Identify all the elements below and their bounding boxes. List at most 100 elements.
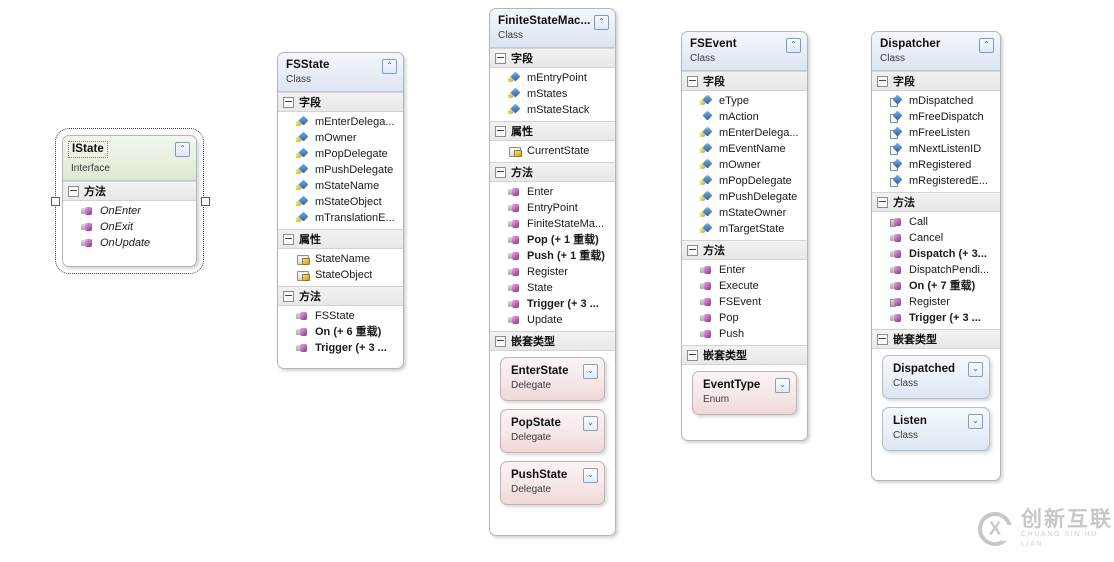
member-row[interactable]: Trigger (+ 3 ... [278,340,403,356]
nested-type-shape-popstate[interactable]: PopState Delegate ⌄ [500,409,605,453]
member-row[interactable]: mEventName [682,141,807,157]
nested-type-shape-dispatched[interactable]: Dispatched Class ⌄ [882,355,990,399]
member-row[interactable]: Pop (+ 1 重载) [490,232,615,248]
class-diagram-canvas[interactable]: IState Interface ⌃ 方法 OnEnter OnExit OnUpdate F… [0,0,1114,562]
member-row[interactable]: mStateName [278,178,403,194]
collapse-minus-icon[interactable] [495,52,506,64]
member-row[interactable]: Push (+ 1 重载) [490,248,615,264]
member-row[interactable]: Dispatch (+ 3... [872,246,1000,262]
class-shape-dispatcher[interactable]: Dispatcher Class ⌃ 字段 mDispatched mFreeDispat… [871,31,1001,481]
expand-chevron-icon[interactable]: ⌄ [775,378,790,393]
section-header-nested-types[interactable]: 嵌套类型 [682,345,807,365]
section-header[interactable]: 方法 [872,192,1000,212]
member-row[interactable]: Enter [682,262,807,278]
member-row[interactable]: OnEnter [63,203,196,219]
member-row[interactable]: StateName [278,251,403,267]
member-row[interactable]: mPushDelegate [278,162,403,178]
member-row[interactable]: EntryPoint [490,200,615,216]
member-row[interactable]: FSState [278,308,403,324]
expand-chevron-icon[interactable]: ⌄ [583,468,598,483]
collapse-chevron-icon[interactable]: ⌃ [979,38,994,53]
member-row[interactable]: mTranslationE... [278,210,403,226]
member-row[interactable]: Update [490,312,615,328]
shape-header-fsevent[interactable]: FSEvent Class ⌃ [682,32,807,71]
member-row[interactable]: mDispatched [872,93,1000,109]
shape-header-dispatcher[interactable]: Dispatcher Class ⌃ [872,32,1000,71]
member-row[interactable]: eType [682,93,807,109]
member-row[interactable]: mOwner [682,157,807,173]
member-row[interactable]: Push [682,326,807,342]
nested-type-shape-pushstate[interactable]: PushState Delegate ⌄ [500,461,605,505]
member-row[interactable]: On (+ 6 重载) [278,324,403,340]
shape-header-fsstate[interactable]: FSState Class ⌃ [278,53,403,92]
section-header[interactable]: 属性 [278,229,403,249]
member-row[interactable]: Trigger (+ 3 ... [490,296,615,312]
collapse-minus-icon[interactable] [68,185,79,197]
nested-type-shape-eventtype[interactable]: EventType Enum ⌄ [692,371,797,415]
member-row[interactable]: mFreeListen [872,125,1000,141]
section-header[interactable]: 字段 [682,71,807,91]
member-row[interactable]: Pop [682,310,807,326]
member-row[interactable]: mStateObject [278,194,403,210]
collapse-minus-icon[interactable] [687,349,698,361]
collapse-minus-icon[interactable] [687,75,698,87]
member-row[interactable]: mEnterDelega... [278,114,403,130]
collapse-chevron-icon[interactable]: ⌃ [382,59,397,74]
collapse-minus-icon[interactable] [283,233,294,245]
section-header[interactable]: 方法 [490,162,615,182]
expand-chevron-icon[interactable]: ⌄ [583,364,598,379]
section-header[interactable]: 字段 [490,48,615,68]
nested-type-shape-enterstate[interactable]: EnterState Delegate ⌄ [500,357,605,401]
class-shape-fsevent[interactable]: FSEvent Class ⌃ 字段 eType mAction mEnterDelega.… [681,31,808,441]
section-header[interactable]: 方法 [63,181,196,201]
collapse-chevron-icon[interactable]: ⌃ [786,38,801,53]
member-row[interactable]: mStates [490,86,615,102]
collapse-minus-icon[interactable] [495,125,506,137]
shape-header-finitestatemachine[interactable]: FiniteStateMac... Class ⌃ [490,9,615,48]
member-row[interactable]: StateObject [278,267,403,283]
member-row[interactable]: State [490,280,615,296]
collapse-minus-icon[interactable] [283,96,294,108]
nested-type-shape-listen[interactable]: Listen Class ⌄ [882,407,990,451]
member-row[interactable]: Trigger (+ 3 ... [872,310,1000,326]
collapse-minus-icon[interactable] [495,335,506,347]
collapse-minus-icon[interactable] [283,290,294,302]
member-row[interactable]: mPopDelegate [682,173,807,189]
resize-handle-left[interactable] [51,197,60,206]
member-row[interactable]: mRegisteredE... [872,173,1000,189]
collapse-chevron-icon[interactable]: ⌃ [594,15,609,30]
member-row[interactable]: Register [490,264,615,280]
collapse-minus-icon[interactable] [877,196,888,208]
expand-chevron-icon[interactable]: ⌄ [968,362,983,377]
member-row[interactable]: Execute [682,278,807,294]
member-row[interactable]: Call [872,214,1000,230]
expand-chevron-icon[interactable]: ⌄ [583,416,598,431]
member-row[interactable]: Cancel [872,230,1000,246]
resize-handle-right[interactable] [201,197,210,206]
member-row[interactable]: OnExit [63,219,196,235]
expand-chevron-icon[interactable]: ⌄ [968,414,983,429]
class-shape-finitestatemachine[interactable]: FiniteStateMac... Class ⌃ 字段 mEntryPoint mSta… [489,8,616,536]
member-row[interactable]: DispatchPendi... [872,262,1000,278]
section-header[interactable]: 方法 [278,286,403,306]
member-row[interactable]: FiniteStateMa... [490,216,615,232]
class-shape-fsstate[interactable]: FSState Class ⌃ 字段 mEnterDelega... mOwner mPop… [277,52,404,369]
collapse-chevron-icon[interactable]: ⌃ [175,142,190,157]
collapse-minus-icon[interactable] [687,244,698,256]
member-row[interactable]: mEntryPoint [490,70,615,86]
section-header[interactable]: 字段 [278,92,403,112]
shape-header-istate[interactable]: IState Interface ⌃ [63,136,196,181]
member-row[interactable]: Enter [490,184,615,200]
member-row[interactable]: mNextListenID [872,141,1000,157]
member-row[interactable]: mEnterDelega... [682,125,807,141]
collapse-minus-icon[interactable] [877,333,888,345]
section-header-nested-types[interactable]: 嵌套类型 [490,331,615,351]
member-row[interactable]: CurrentState [490,143,615,159]
class-shape-istate[interactable]: IState Interface ⌃ 方法 OnEnter OnExit OnUpdate [55,128,204,274]
member-row[interactable]: mAction [682,109,807,125]
member-row[interactable]: mOwner [278,130,403,146]
member-row[interactable]: OnUpdate [63,235,196,251]
section-header[interactable]: 方法 [682,240,807,260]
member-row[interactable]: mPushDelegate [682,189,807,205]
section-header-nested-types[interactable]: 嵌套类型 [872,329,1000,349]
